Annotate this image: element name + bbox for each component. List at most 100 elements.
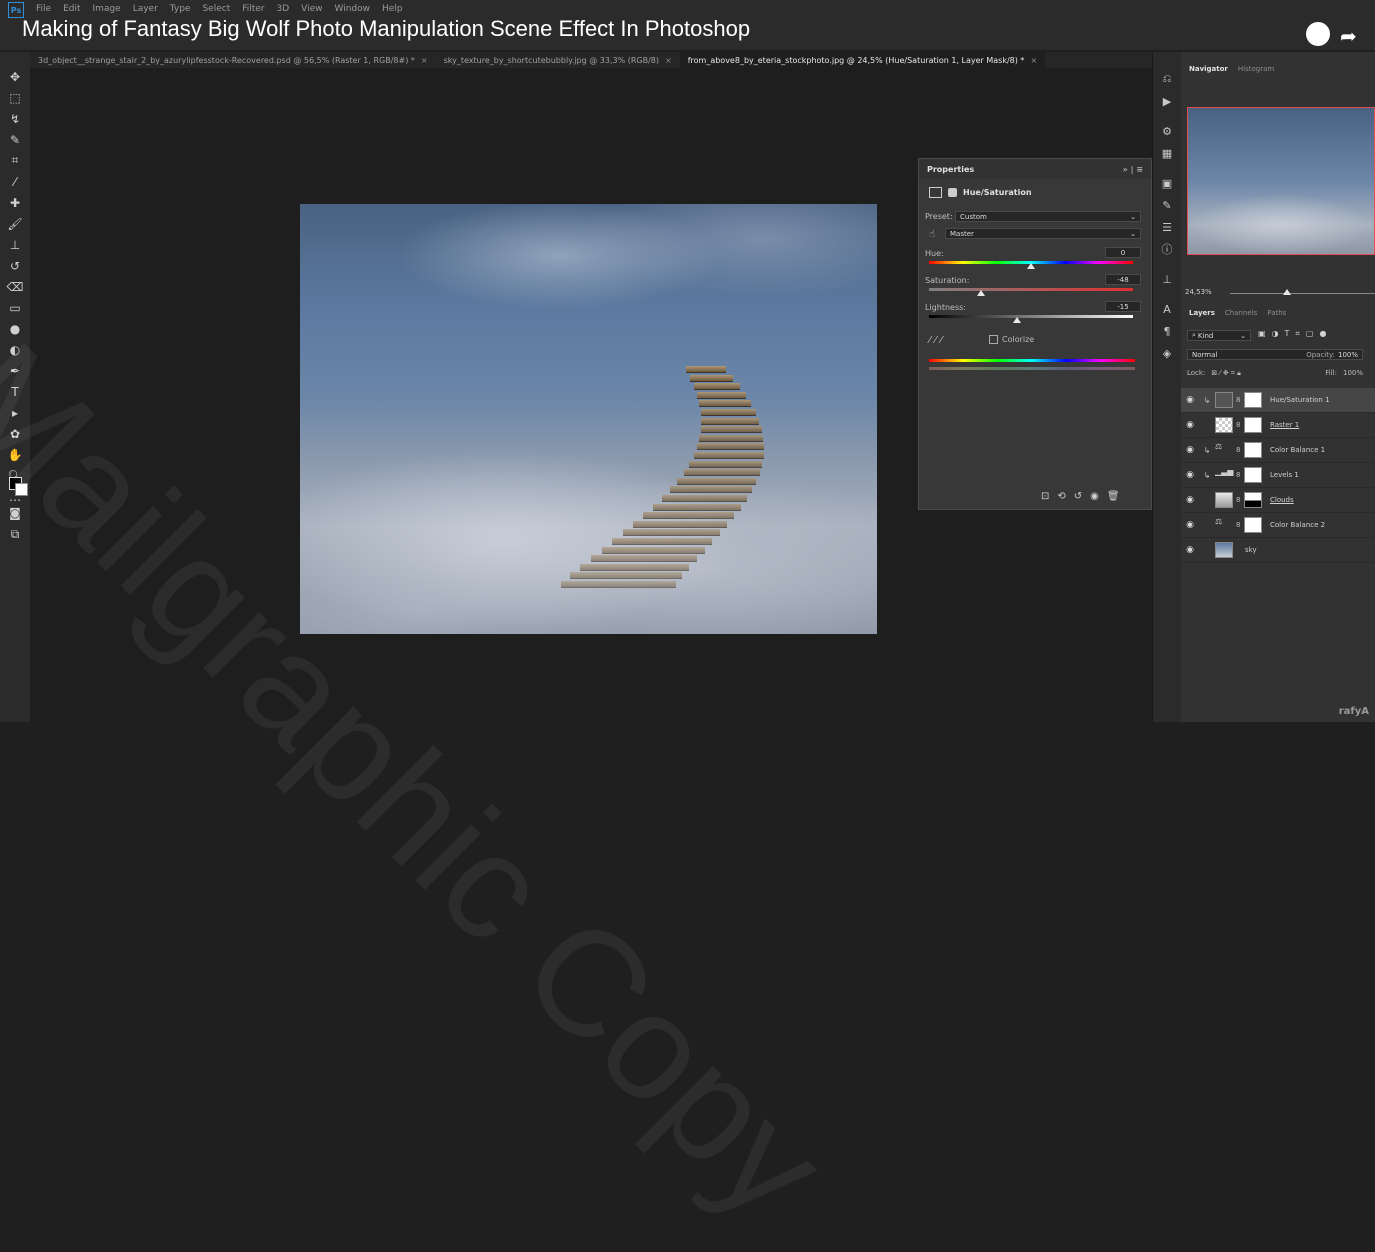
preset-select[interactable]: Custom ⌄	[955, 211, 1141, 222]
eye-icon[interactable]: ◉	[1181, 445, 1199, 455]
info-icon[interactable]: ⓘ	[1153, 238, 1181, 260]
navigator-zoom-knob[interactable]	[1283, 289, 1291, 295]
3d-cube-icon[interactable]: ◈	[1153, 342, 1181, 364]
layer-mask-thumbnail[interactable]	[1244, 467, 1262, 483]
targeted-adjustment-hand-icon[interactable]: ☝	[929, 229, 935, 240]
menu-image[interactable]: Image	[93, 4, 121, 14]
layer-row[interactable]: ◉ ↳ ⚖ 8 Color Balance 1	[1181, 438, 1375, 463]
3d-icon[interactable]: ⚙	[1153, 120, 1181, 142]
marquee-tool-icon[interactable]: ⬚	[0, 87, 30, 108]
screen-mode-icon[interactable]: ⧉	[0, 524, 30, 545]
panel-menu-icon[interactable]: » | ≡	[1123, 165, 1143, 174]
layer-mask-thumbnail[interactable]	[1244, 392, 1262, 408]
lightness-slider-knob[interactable]	[1013, 317, 1021, 323]
layer-mask-thumbnail[interactable]	[1244, 517, 1262, 533]
crop-tool-icon[interactable]: ⌗	[0, 150, 30, 171]
layer-row[interactable]: ◉ ↳ 8 Hue/Saturation 1	[1181, 388, 1375, 413]
hue-input[interactable]: 0	[1105, 247, 1141, 258]
brush-settings-icon[interactable]: ✎	[1153, 194, 1181, 216]
grid-icon[interactable]: ▦	[1153, 142, 1181, 164]
eye-icon[interactable]: ◉	[1181, 495, 1199, 505]
lightness-input[interactable]: -15	[1105, 301, 1141, 312]
hue-slider-knob[interactable]	[1027, 263, 1035, 269]
doc-tab-sky[interactable]: sky_texture_by_shortcutebubbly.jpg @ 33,…	[436, 52, 680, 68]
opacity-value[interactable]: 100%	[1338, 351, 1358, 359]
navigator-zoom[interactable]: 24,53%	[1185, 288, 1212, 296]
lightness-slider[interactable]	[929, 315, 1133, 318]
brush-tool-icon[interactable]: 🖌	[0, 213, 30, 234]
healing-brush-tool-icon[interactable]: ✚	[0, 192, 30, 213]
fill-value[interactable]: 100%	[1343, 369, 1363, 378]
layer-name[interactable]: Hue/Saturation 1	[1270, 396, 1330, 404]
type-tool-icon[interactable]: T	[0, 381, 30, 402]
custom-shape-tool-icon[interactable]: ✿	[0, 423, 30, 444]
menu-type[interactable]: Type	[170, 4, 191, 14]
navigator-preview[interactable]	[1187, 107, 1375, 255]
layer-name[interactable]: Levels 1	[1270, 471, 1299, 479]
watch-later-icon[interactable]	[1306, 22, 1330, 46]
saturation-slider[interactable]	[929, 288, 1133, 291]
history-brush-tool-icon[interactable]: ↺	[0, 255, 30, 276]
gradient-tool-icon[interactable]: ▭	[0, 297, 30, 318]
close-icon[interactable]: ×	[421, 56, 428, 65]
eraser-tool-icon[interactable]: ⌫	[0, 276, 30, 297]
layer-row[interactable]: ◉ ↳ ▁▃▅ 8 Levels 1	[1181, 463, 1375, 488]
layer-name[interactable]: Color Balance 1	[1270, 446, 1325, 454]
background-color-swatch[interactable]	[15, 483, 28, 496]
paragraph-icon[interactable]: ¶	[1153, 320, 1181, 342]
saturation-slider-knob[interactable]	[977, 290, 985, 296]
close-icon[interactable]: ×	[1030, 56, 1037, 65]
eye-icon[interactable]: ◉	[1181, 545, 1199, 555]
pen-tool-icon[interactable]: ✒	[0, 360, 30, 381]
tab-channels[interactable]: Channels	[1225, 309, 1257, 317]
doc-tab-from-above[interactable]: from_above8_by_eteria_stockphoto.jpg @ 2…	[679, 52, 1046, 68]
tab-histogram[interactable]: Histogram	[1238, 65, 1274, 73]
menu-help[interactable]: Help	[382, 4, 403, 14]
layer-thumbnail[interactable]	[1215, 417, 1233, 433]
menu-edit[interactable]: Edit	[63, 4, 80, 14]
checkbox-icon[interactable]	[989, 335, 998, 344]
character-icon[interactable]: A	[1153, 298, 1181, 320]
layer-row[interactable]: ◉ ⚖ 8 Color Balance 2	[1181, 513, 1375, 538]
layer-name[interactable]: Raster 1	[1270, 421, 1299, 429]
layer-mask-icon[interactable]	[948, 188, 957, 197]
actions-play-icon[interactable]: ▶	[1153, 90, 1181, 112]
quick-mask-icon[interactable]: ◙	[0, 502, 30, 523]
layer-thumbnail[interactable]	[1215, 492, 1233, 508]
layer-mask-thumbnail[interactable]	[1244, 417, 1262, 433]
eye-icon[interactable]: ◉	[1181, 420, 1199, 430]
clone-source-icon[interactable]: ⊥	[1153, 268, 1181, 290]
blur-tool-icon[interactable]: ●	[0, 318, 30, 339]
layer-row[interactable]: ◉ 8 Raster 1	[1181, 413, 1375, 438]
hue-saturation-icon[interactable]	[929, 187, 942, 198]
close-icon[interactable]: ×	[665, 56, 672, 65]
tab-layers[interactable]: Layers	[1189, 309, 1215, 317]
clone-stamp-tool-icon[interactable]: ⊥	[0, 234, 30, 255]
lasso-tool-icon[interactable]: ↯	[0, 108, 30, 129]
eye-icon[interactable]: ◉	[1181, 470, 1199, 480]
layer-name[interactable]: Color Balance 2	[1270, 521, 1325, 529]
layer-row[interactable]: ◉ sky	[1181, 538, 1375, 563]
path-select-tool-icon[interactable]: ▸	[0, 402, 30, 423]
menu-view[interactable]: View	[301, 4, 322, 14]
layer-mask-thumbnail[interactable]	[1244, 492, 1262, 508]
tab-paths[interactable]: Paths	[1267, 309, 1286, 317]
sliders-icon[interactable]: ☰	[1153, 216, 1181, 238]
share-icon[interactable]: ➦	[1340, 24, 1357, 48]
dodge-tool-icon[interactable]: ◐	[0, 339, 30, 360]
eyedropper-tool-icon[interactable]: ⁄	[0, 171, 30, 192]
hand-tool-icon[interactable]: ✋	[0, 444, 30, 465]
eyedropper-icons[interactable]: ⁄⁄⁄	[929, 335, 946, 346]
menu-layer[interactable]: Layer	[133, 4, 158, 14]
menu-window[interactable]: Window	[335, 4, 371, 14]
layer-name[interactable]: sky	[1245, 546, 1257, 554]
layer-thumbnail[interactable]	[1215, 542, 1233, 558]
layer-row[interactable]: ◉ 8 Clouds	[1181, 488, 1375, 513]
quick-select-tool-icon[interactable]: ✎	[0, 129, 30, 150]
layer-name[interactable]: Clouds	[1270, 496, 1294, 504]
adjustments-icon[interactable]: ▣	[1153, 172, 1181, 194]
layer-filter-icons[interactable]: ▣◑T⌗▢●	[1258, 329, 1332, 339]
layer-mask-thumbnail[interactable]	[1244, 442, 1262, 458]
document-image[interactable]	[300, 204, 877, 634]
doc-tab-stair[interactable]: 3d_object__strange_stair_2_by_azurylipfe…	[30, 52, 436, 68]
